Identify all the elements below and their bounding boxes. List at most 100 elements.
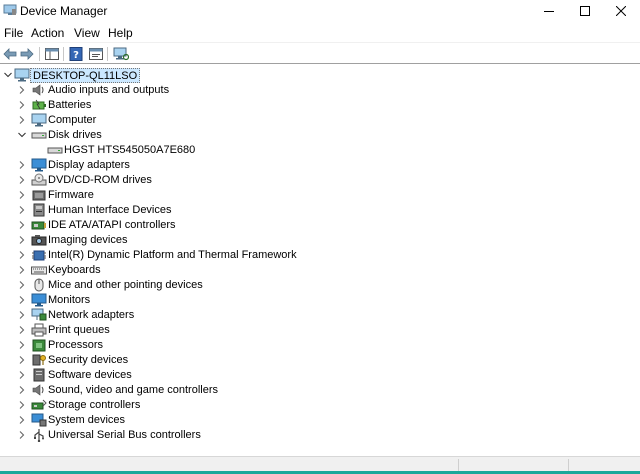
menu-help[interactable]: Help	[108, 26, 133, 40]
tree-item-dvd-cd-rom-drives[interactable]: DVD/CD-ROM drives	[0, 173, 400, 188]
show-hide-console-tree-button[interactable]	[43, 46, 61, 62]
tree-item-label[interactable]: Audio inputs and outputs	[48, 84, 169, 96]
chevron-right-icon[interactable]	[17, 355, 27, 365]
tree-item-label[interactable]: DVD/CD-ROM drives	[48, 174, 152, 186]
tree-item-label[interactable]: Monitors	[48, 294, 90, 306]
tree-root-label[interactable]: DESKTOP-QL11LSO	[30, 68, 141, 83]
close-icon	[616, 6, 626, 16]
tree-item-label[interactable]: Universal Serial Bus controllers	[48, 429, 201, 441]
tree-item-label[interactable]: Mice and other pointing devices	[48, 279, 203, 291]
chevron-right-icon[interactable]	[17, 235, 27, 245]
tree-item-label[interactable]: HGST HTS545050A7E680	[64, 144, 195, 156]
tree-item-label[interactable]: Processors	[48, 339, 103, 351]
chevron-down-icon[interactable]	[3, 70, 13, 80]
tree-item-universal-serial-bus-controllers[interactable]: Universal Serial Bus controllers	[0, 428, 400, 443]
tree-item-label[interactable]: Network adapters	[48, 309, 134, 321]
menu-action[interactable]: Action	[31, 26, 64, 40]
battery-icon	[32, 99, 46, 110]
title-bar: Device Manager	[0, 0, 640, 22]
minimize-icon	[544, 11, 554, 12]
chevron-right-icon[interactable]	[17, 250, 27, 260]
properties-button[interactable]	[87, 46, 105, 62]
tree-item-label[interactable]: Batteries	[48, 99, 91, 111]
chevron-right-icon[interactable]	[17, 385, 27, 395]
tree-item-mice-and-other-pointing-devices[interactable]: Mice and other pointing devices	[0, 278, 400, 293]
tree-item-label[interactable]: Intel(R) Dynamic Platform and Thermal Fr…	[48, 249, 297, 261]
back-icon	[3, 48, 17, 60]
tree-item-label[interactable]: IDE ATA/ATAPI controllers	[48, 219, 176, 231]
chevron-right-icon[interactable]	[17, 370, 27, 380]
chevron-right-icon[interactable]	[17, 310, 27, 320]
tree-item-label[interactable]: Keyboards	[48, 264, 101, 276]
ide-controller-icon	[31, 221, 46, 230]
tree-item-network-adapters[interactable]: Network adapters	[0, 308, 400, 323]
help-button[interactable]: ?	[67, 46, 85, 62]
chevron-right-icon[interactable]	[17, 190, 27, 200]
tree-root[interactable]: DESKTOP-QL11LSO	[0, 68, 400, 83]
chevron-right-icon[interactable]	[17, 415, 27, 425]
window-title: Device Manager	[20, 4, 108, 18]
tree-item-security-devices[interactable]: Security devices	[0, 353, 400, 368]
tree-item-label[interactable]: Print queues	[48, 324, 110, 336]
tree-item-label[interactable]: Display adapters	[48, 159, 130, 171]
chevron-right-icon[interactable]	[17, 205, 27, 215]
svg-text:?: ?	[73, 50, 79, 61]
chevron-right-icon[interactable]	[17, 400, 27, 410]
tree-item-human-interface-devices[interactable]: Human Interface Devices	[0, 203, 400, 218]
tree-item-label[interactable]: Human Interface Devices	[48, 204, 172, 216]
tree-item-processors[interactable]: Processors	[0, 338, 400, 353]
show-hide-console-tree-icon	[45, 48, 59, 60]
tree-item-firmware[interactable]: Firmware	[0, 188, 400, 203]
chevron-right-icon[interactable]	[17, 325, 27, 335]
chevron-right-icon[interactable]	[17, 85, 27, 95]
chevron-right-icon[interactable]	[17, 430, 27, 440]
system-device-icon	[31, 413, 47, 427]
tree-item-label[interactable]: Software devices	[48, 369, 132, 381]
keyboard-icon	[31, 266, 47, 275]
chevron-right-icon[interactable]	[17, 265, 27, 275]
tree-item-label[interactable]: Security devices	[48, 354, 128, 366]
tree-item-label[interactable]: Sound, video and game controllers	[48, 384, 218, 396]
tree-item-label[interactable]: Computer	[48, 114, 96, 126]
tree-item-label[interactable]: Storage controllers	[48, 399, 140, 411]
chevron-right-icon[interactable]	[17, 340, 27, 350]
chevron-right-icon[interactable]	[17, 175, 27, 185]
tree-item-storage-controllers[interactable]: Storage controllers	[0, 398, 400, 413]
printer-icon	[31, 323, 47, 337]
tree-item-label[interactable]: Firmware	[48, 189, 94, 201]
tree-item-computer[interactable]: Computer	[0, 113, 400, 128]
back-button[interactable]	[1, 46, 19, 62]
device-tree[interactable]: DESKTOP-QL11LSO Audio inputs and outputs…	[0, 65, 640, 455]
tree-item-keyboards[interactable]: Keyboards	[0, 263, 400, 278]
tree-item-sound-video-and-game-controllers[interactable]: Sound, video and game controllers	[0, 383, 400, 398]
chevron-right-icon[interactable]	[17, 280, 27, 290]
tree-item-software-devices[interactable]: Software devices	[0, 368, 400, 383]
tree-item-label[interactable]: Disk drives	[48, 129, 102, 141]
tree-item-intel-r-dynamic-platform-and-thermal-framework[interactable]: Intel(R) Dynamic Platform and Thermal Fr…	[0, 248, 400, 263]
tree-item-audio-inputs-and-outputs[interactable]: Audio inputs and outputs	[0, 83, 400, 98]
tree-item-system-devices[interactable]: System devices	[0, 413, 400, 428]
tree-item-label[interactable]: System devices	[48, 414, 125, 426]
chevron-right-icon[interactable]	[17, 115, 27, 125]
tree-item-ide-ata-atapi-controllers[interactable]: IDE ATA/ATAPI controllers	[0, 218, 400, 233]
close-button[interactable]	[598, 0, 640, 22]
forward-button[interactable]	[18, 46, 36, 62]
tree-item-imaging-devices[interactable]: Imaging devices	[0, 233, 400, 248]
chevron-right-icon[interactable]	[17, 160, 27, 170]
chevron-right-icon[interactable]	[17, 220, 27, 230]
menu-view[interactable]: View	[74, 26, 100, 40]
chevron-right-icon[interactable]	[17, 295, 27, 305]
tree-item-print-queues[interactable]: Print queues	[0, 323, 400, 338]
firmware-icon	[32, 190, 46, 201]
chevron-right-icon[interactable]	[17, 100, 27, 110]
chevron-down-icon[interactable]	[17, 130, 27, 140]
processor-icon	[32, 339, 46, 352]
tree-item-disk-drives[interactable]: Disk drives	[0, 128, 400, 143]
scan-hardware-button[interactable]	[112, 46, 130, 62]
tree-item-device[interactable]: HGST HTS545050A7E680	[0, 143, 400, 158]
tree-item-label[interactable]: Imaging devices	[48, 234, 128, 246]
tree-item-monitors[interactable]: Monitors	[0, 293, 400, 308]
tree-item-batteries[interactable]: Batteries	[0, 98, 400, 113]
menu-file[interactable]: File	[4, 26, 23, 40]
tree-item-display-adapters[interactable]: Display adapters	[0, 158, 400, 173]
